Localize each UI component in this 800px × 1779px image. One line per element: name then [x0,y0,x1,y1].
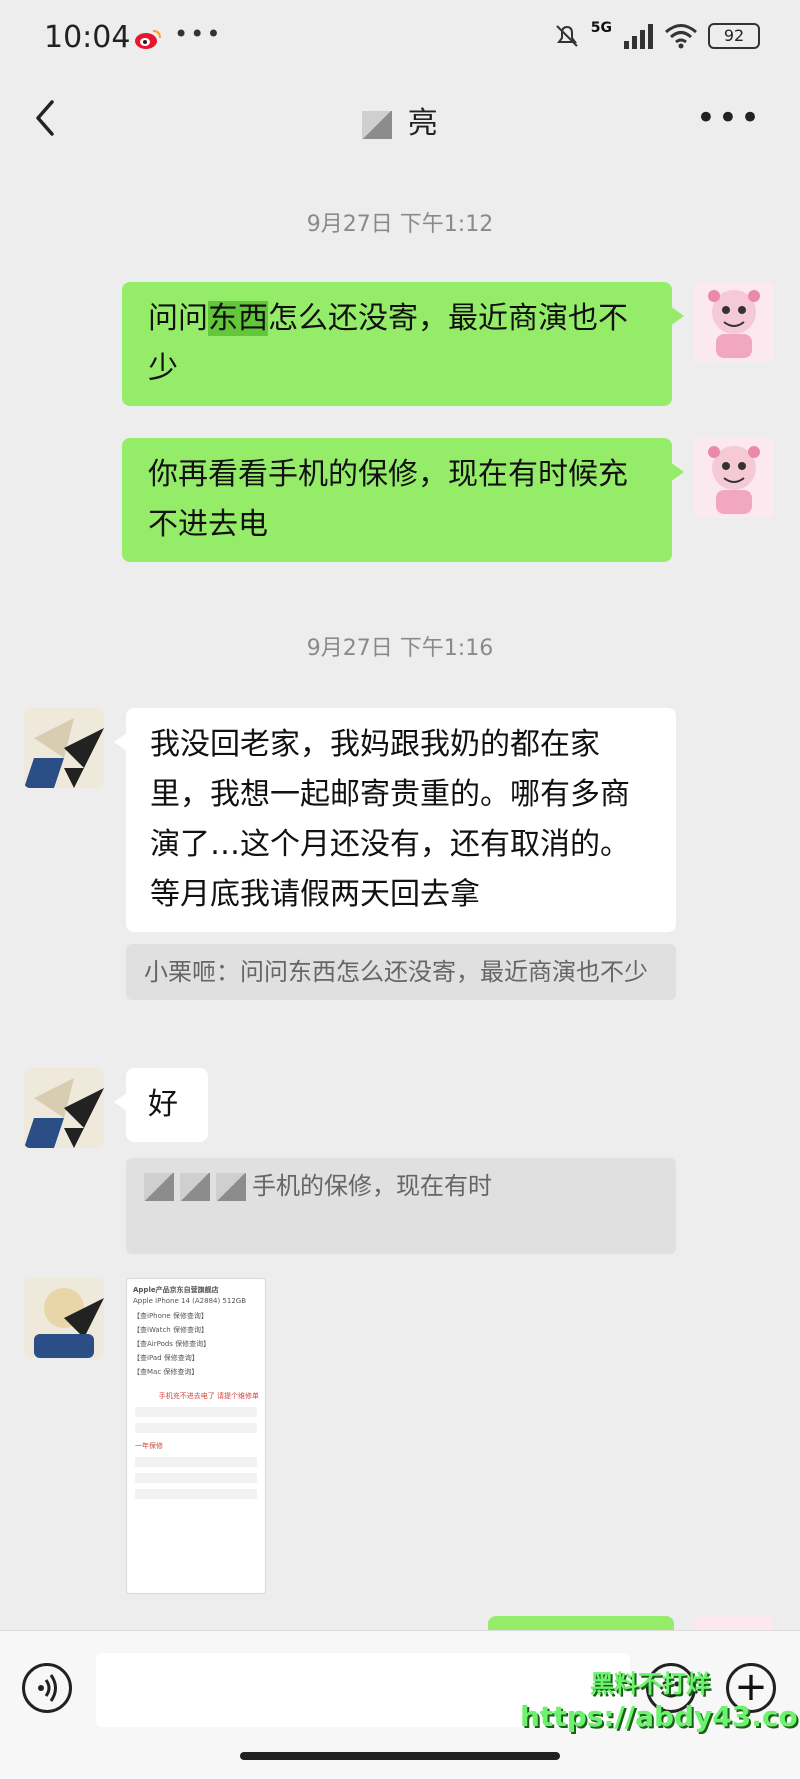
highlighted-text: 东西 [208,301,268,336]
avatar-contact[interactable] [24,708,104,788]
image-list-item: 【查AirPods 保修查询】 [133,1340,211,1348]
battery-indicator: 92 [708,23,760,49]
voice-icon [38,1674,57,1702]
image-list-item: 【查iPad 保修查询】 [133,1354,199,1362]
weibo-icon [135,30,161,49]
message-bubble-self[interactable]: 你再看看手机的保修，现在有时候充不进去电 [122,438,684,562]
voice-input-button[interactable] [22,1663,72,1713]
status-indicators: 5G 92 [553,20,760,50]
timestamp: 9月27日 下午1:12 [306,212,494,237]
wifi-icon [665,24,697,49]
image-list-item: 【查Mac 保修查询】 [133,1368,199,1376]
status-bar: 10:04 ••• 5G 92 [0,0,800,80]
quoted-text: 手机的保修，现在有时 [252,1172,492,1200]
chat-header: 亮 ••• [0,80,800,160]
avatar-self[interactable] [694,282,774,362]
signal-icon [624,24,653,49]
image-note: 一年保修 [135,1442,163,1450]
redacted-text-mosaic [216,1173,246,1201]
avatar-contact[interactable] [24,1278,104,1358]
quoted-reply[interactable]: 小栗咂：问问东西怎么还没寄，最近商演也不少 [126,944,676,1000]
redacted-text-mosaic [180,1173,210,1201]
message-bubble-self[interactable]: 问问东西怎么还没寄，最近商演也不少 [122,282,684,406]
message-bubble-contact[interactable]: 我没回老家，我妈跟我奶的都在家里，我想一起邮寄贵重的。哪有多商演了…这个月还没有… [114,708,676,932]
image-list-item: 【查iPhone 保修查询】 [133,1312,208,1320]
message-bubble-contact[interactable]: 好 [114,1068,208,1142]
redacted-text-mosaic [144,1173,174,1201]
avatar-self[interactable] [694,438,774,518]
quoted-reply[interactable]: 手机的保修，现在有时 [126,1158,676,1254]
watermark-text: 黑料不打烊 [590,1670,710,1698]
image-text-line [135,1457,257,1467]
network-label: 5G [590,20,612,36]
image-message[interactable]: Apple产品京东自营旗舰店 Apple iPhone 14 (A2884) 5… [126,1278,266,1594]
timestamp: 9月27日 下午1:16 [306,636,494,661]
more-options-icon[interactable]: ••• [696,98,762,138]
image-text-line [135,1473,257,1483]
status-more-icon: ••• [174,20,223,48]
mute-bell-icon [556,25,578,47]
message-text: 问问 [148,301,208,336]
image-text-line [135,1489,257,1499]
watermark-url: https://abdy43.com [520,1700,800,1733]
home-indicator[interactable] [240,1752,560,1760]
image-text-line [135,1407,257,1417]
status-time: 10:04 [44,20,131,55]
image-list-item: 【查iWatch 保修查询】 [133,1326,208,1334]
image-text-line [135,1423,257,1433]
image-red-text: 手机充不进去电了 请提个维修单 [158,1392,259,1400]
chat-title: 亮 [0,98,800,142]
avatar-contact[interactable] [24,1068,104,1148]
image-title: Apple产品京东自营旗舰店 [133,1286,219,1294]
chat-title-text: 亮 [407,106,438,141]
image-product: Apple iPhone 14 (A2884) 512GB [133,1297,247,1305]
redacted-name-mosaic [362,110,393,139]
